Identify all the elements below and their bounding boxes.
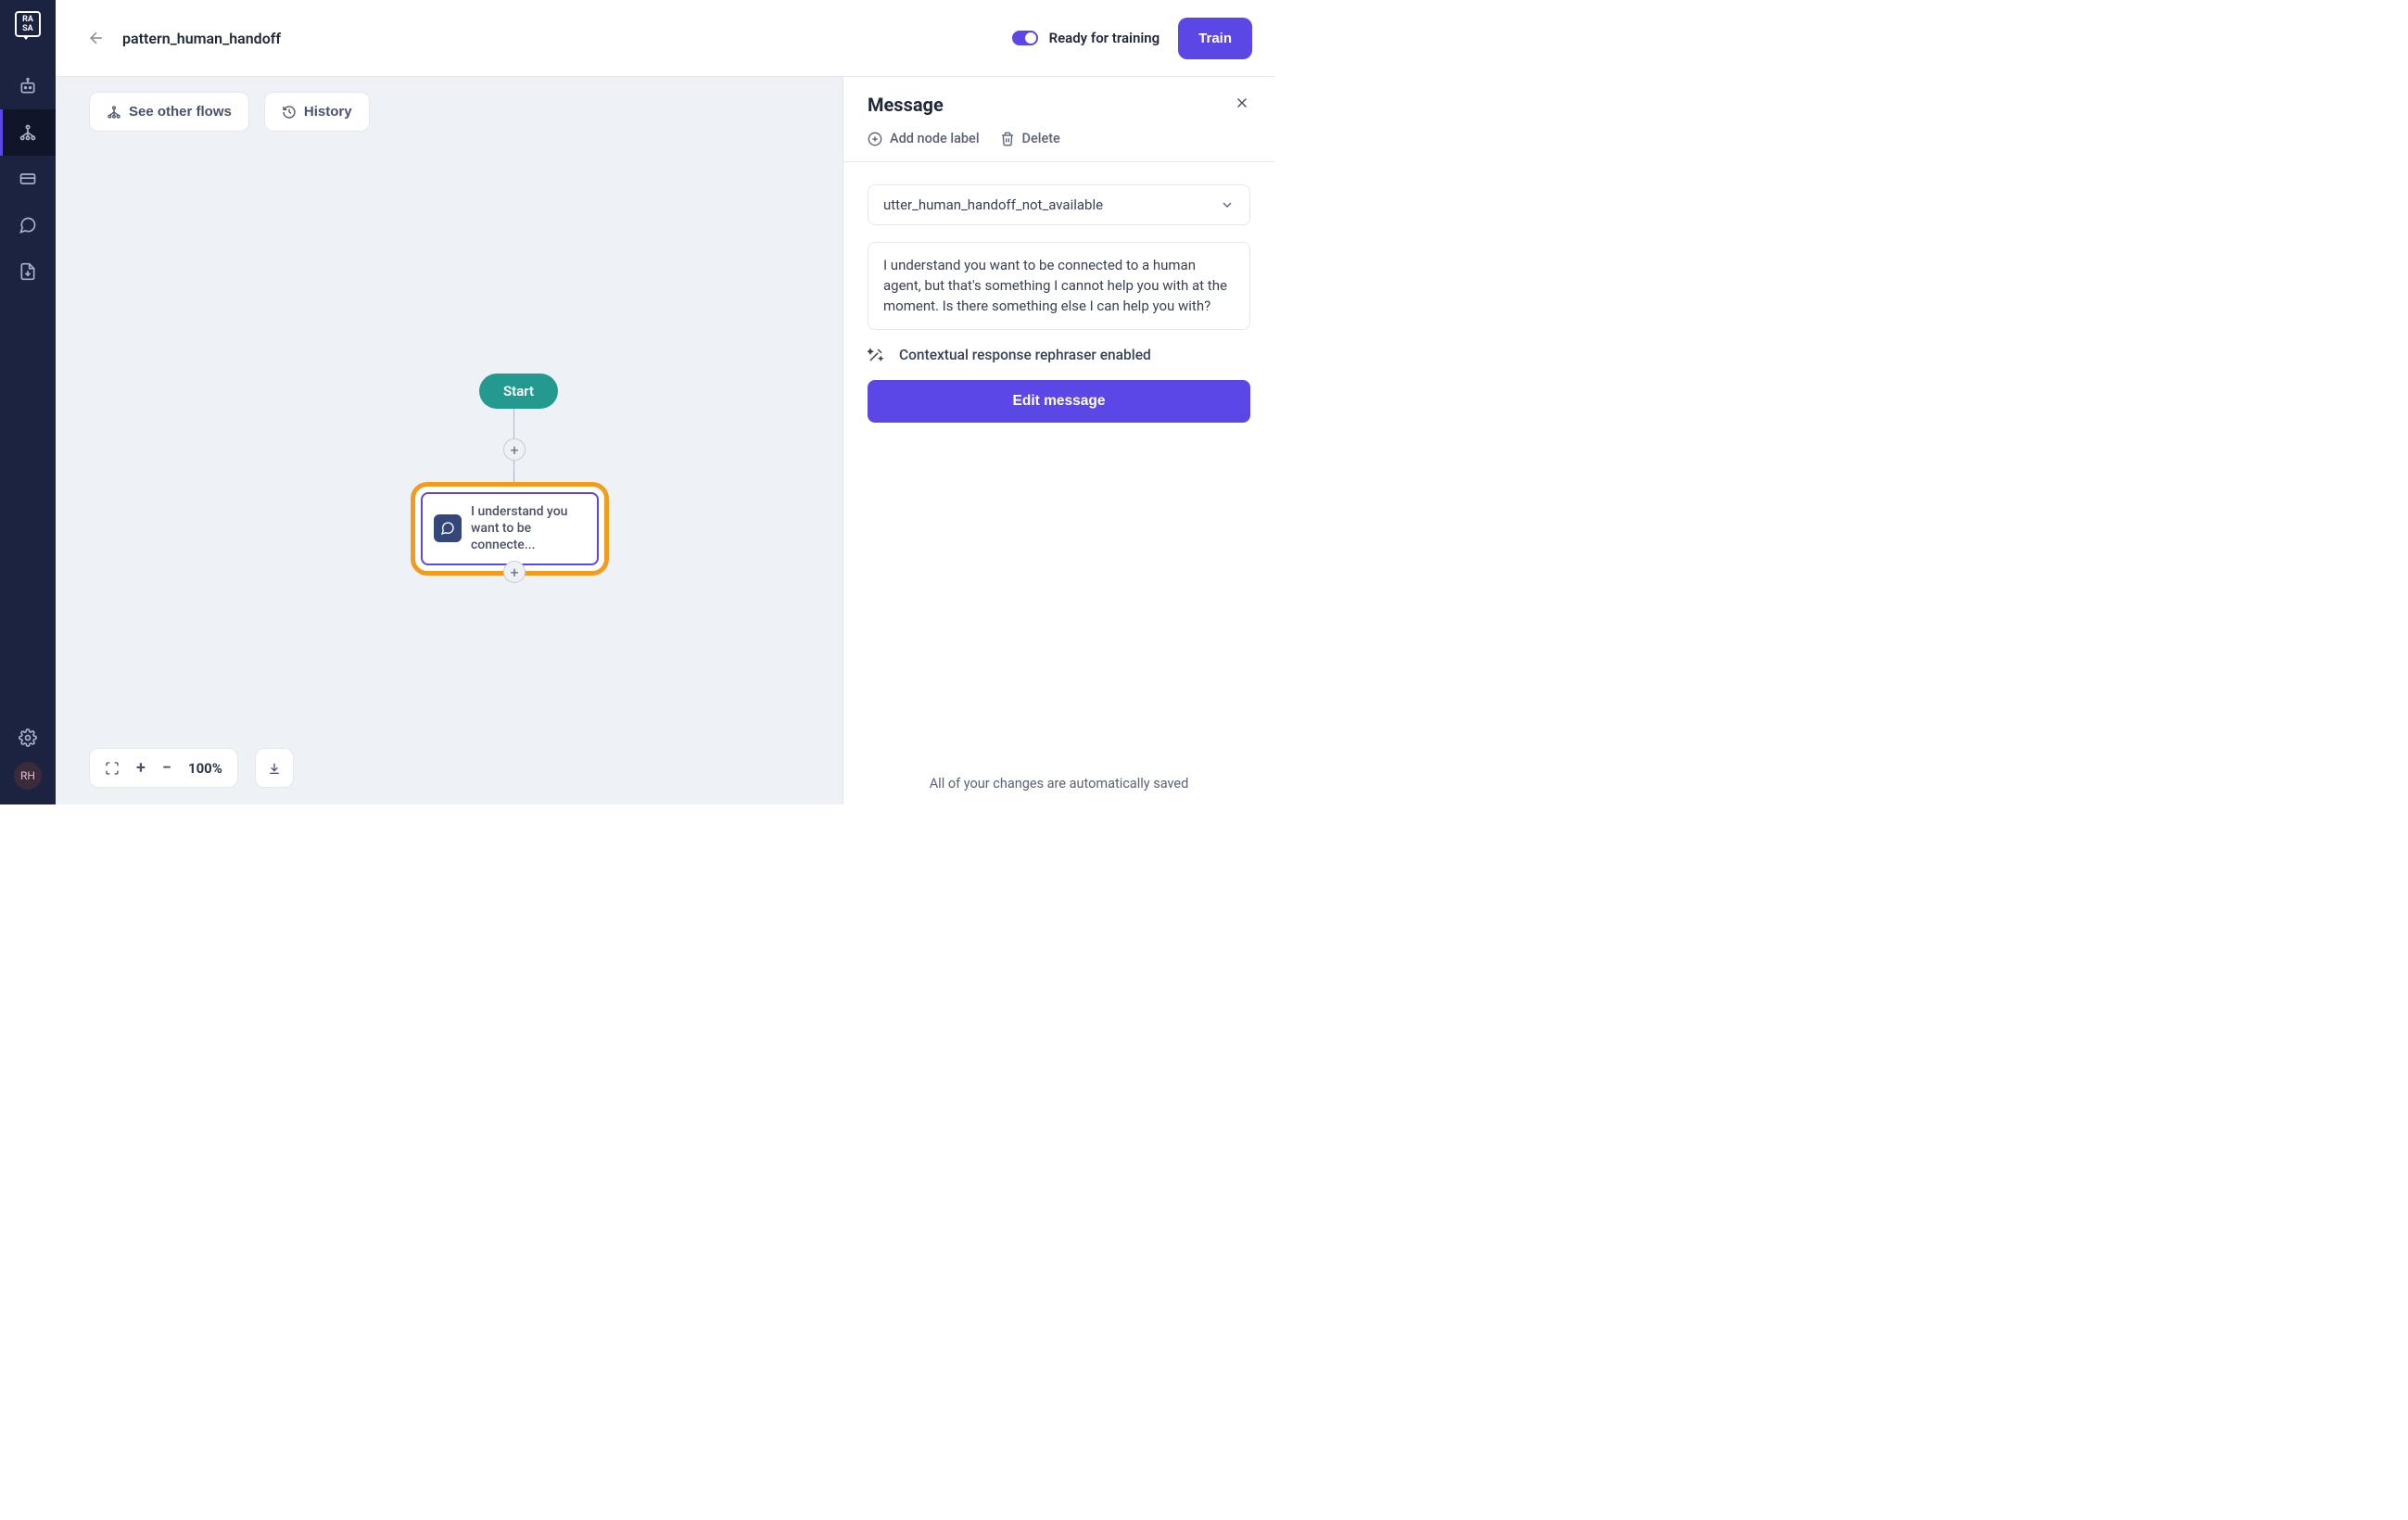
add-node-label-text: Add node label (890, 131, 980, 146)
panel-footer: All of your changes are automatically sa… (843, 763, 1274, 804)
see-other-flows-label: See other flows (129, 104, 232, 120)
trash-icon (1000, 132, 1015, 146)
utter-select[interactable]: utter_human_handoff_not_available (868, 184, 1250, 225)
add-node-button[interactable]: + (503, 561, 526, 583)
rephraser-text: Contextual response rephraser enabled (899, 347, 1151, 363)
page-title: pattern_human_handoff (122, 30, 281, 47)
message-body: I understand you want to be connected to… (868, 242, 1250, 330)
history-icon (282, 105, 297, 120)
utter-name: utter_human_handoff_not_available (883, 196, 1103, 213)
toggle-label: Ready for training (1049, 30, 1160, 46)
plus-circle-icon (868, 132, 882, 146)
zoom-out-button[interactable]: − (162, 758, 171, 778)
delete-button[interactable]: Delete (1000, 131, 1060, 146)
rasa-logo-icon[interactable]: RASA (15, 11, 41, 37)
message-icon (434, 514, 462, 542)
message-node[interactable]: I understand you want to be connecte... (421, 492, 599, 565)
back-arrow-icon[interactable] (87, 29, 106, 47)
add-node-button[interactable]: + (503, 438, 526, 461)
train-button[interactable]: Train (1178, 18, 1252, 59)
nav-cards-icon[interactable] (0, 156, 56, 202)
nav-settings-icon[interactable] (0, 728, 56, 747)
nav-flows-icon[interactable] (0, 109, 56, 156)
see-other-flows-button[interactable]: See other flows (89, 92, 249, 132)
nav-chat-icon[interactable] (0, 202, 56, 248)
wand-icon (868, 347, 884, 363)
history-label: History (304, 104, 352, 120)
nav-bot-icon[interactable] (0, 63, 56, 109)
flows-icon (107, 105, 121, 120)
close-icon[interactable] (1234, 95, 1250, 115)
zoom-in-button[interactable]: + (136, 758, 146, 778)
download-icon[interactable] (255, 748, 294, 788)
delete-text: Delete (1022, 131, 1060, 146)
ready-toggle[interactable] (1012, 31, 1038, 45)
chevron-down-icon (1220, 197, 1235, 212)
panel-title: Message (868, 94, 944, 116)
add-node-label-button[interactable]: Add node label (868, 131, 980, 146)
message-node-text: I understand you want to be connecte... (471, 503, 586, 554)
avatar[interactable]: RH (14, 762, 42, 790)
zoom-level: 100% (188, 760, 222, 777)
history-button[interactable]: History (264, 92, 370, 132)
nav-doc-icon[interactable] (0, 248, 56, 295)
fit-view-icon[interactable] (105, 761, 120, 776)
flow-canvas[interactable]: See other flows History Start + (56, 77, 843, 804)
edit-message-button[interactable]: Edit message (868, 380, 1250, 423)
flow-start-node[interactable]: Start (479, 374, 558, 409)
